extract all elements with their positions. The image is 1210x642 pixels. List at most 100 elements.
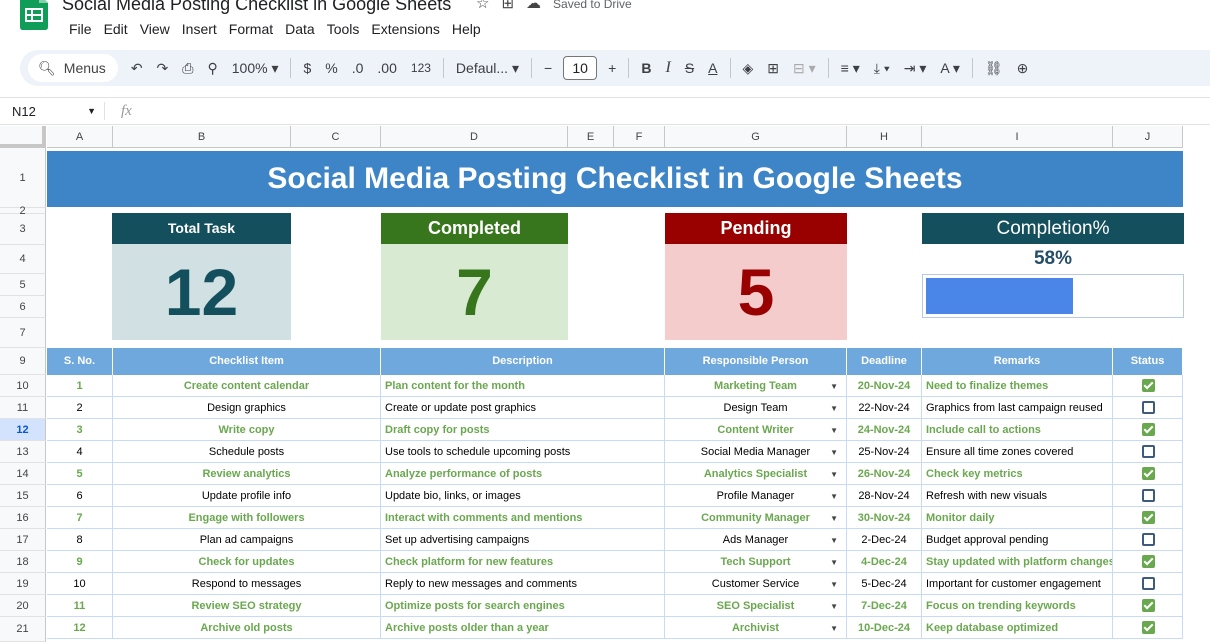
row-header-14[interactable]: 14 [0,463,46,485]
menu-tools[interactable]: Tools [321,20,366,38]
column-header-f[interactable]: F [614,126,665,148]
dropdown-arrow-icon[interactable]: ▼ [830,485,838,506]
responsible-person-cell[interactable]: Profile Manager ▼ [665,485,847,507]
menu-help[interactable]: Help [446,20,487,38]
responsible-person-cell[interactable]: Social Media Manager ▼ [665,441,847,463]
menus-search[interactable]: 🔍︎ Menus [28,54,118,82]
currency-format-button[interactable]: $ [296,50,318,86]
text-wrap-icon[interactable]: ⇥ ▾ [897,50,934,86]
checked-checkbox[interactable] [1142,621,1155,634]
print-icon[interactable]: ⎙ [175,50,200,86]
move-folder-icon[interactable]: ⊞ [501,0,514,12]
select-all-corner[interactable] [0,126,46,148]
horizontal-align-icon[interactable]: ≡ ▾ [834,50,867,86]
column-header-a[interactable]: A [47,126,113,148]
unchecked-checkbox[interactable] [1142,445,1155,458]
strikethrough-button[interactable]: S [678,50,701,86]
responsible-person-cell[interactable]: Content Writer ▼ [665,419,847,441]
row-header-7[interactable]: 7 [0,318,46,348]
undo-icon[interactable]: ↶ [124,50,150,86]
row-header-15[interactable]: 15 [0,485,46,507]
responsible-person-cell[interactable]: Customer Service ▼ [665,573,847,595]
checked-checkbox[interactable] [1142,511,1155,524]
text-color-button[interactable]: A [701,50,724,86]
row-header-17[interactable]: 17 [0,529,46,551]
unchecked-checkbox[interactable] [1142,533,1155,546]
dropdown-arrow-icon[interactable]: ▼ [830,375,838,396]
paint-format-icon[interactable]: ⚲ [200,50,224,86]
responsible-person-cell[interactable]: Ads Manager ▼ [665,529,847,551]
responsible-person-cell[interactable]: Community Manager ▼ [665,507,847,529]
row-header-13[interactable]: 13 [0,441,46,463]
row-header-6[interactable]: 6 [0,296,46,318]
italic-button[interactable]: I [658,50,677,86]
vertical-align-icon[interactable]: ⤓ ▾ [867,50,897,86]
decrease-decimal-button[interactable]: .0 [345,50,371,86]
checked-checkbox[interactable] [1142,423,1155,436]
dropdown-arrow-icon[interactable]: ▼ [830,595,838,616]
spreadsheet-grid[interactable]: Social Media Posting Checklist in Google… [0,126,1210,642]
row-header-9[interactable]: 9 [0,348,46,375]
menu-file[interactable]: File [63,20,98,38]
font-size-decrease-icon[interactable]: − [537,50,559,86]
menu-insert[interactable]: Insert [176,20,223,38]
menu-data[interactable]: Data [279,20,321,38]
font-size-input[interactable]: 10 [563,56,598,80]
unchecked-checkbox[interactable] [1142,489,1155,502]
responsible-person-cell[interactable]: Analytics Specialist ▼ [665,463,847,485]
row-header-1[interactable]: 1 [0,148,46,208]
bold-button[interactable]: B [634,50,658,86]
insert-comment-icon[interactable]: ⊕ [1010,50,1036,86]
dropdown-arrow-icon[interactable]: ▼ [830,441,838,462]
row-header-21[interactable]: 21 [0,617,46,642]
number-format-button[interactable]: 123 [404,50,438,86]
dropdown-arrow-icon[interactable]: ▼ [830,529,838,550]
menu-edit[interactable]: Edit [98,20,134,38]
fill-color-icon[interactable]: ◈ [736,50,761,86]
redo-icon[interactable]: ↷ [150,50,176,86]
font-select[interactable]: Defaul... ▾ [449,50,526,86]
column-header-b[interactable]: B [113,126,291,148]
dropdown-arrow-icon[interactable]: ▼ [830,551,838,572]
star-icon[interactable]: ☆ [476,0,489,12]
row-header-11[interactable]: 11 [0,397,46,419]
column-header-d[interactable]: D [381,126,568,148]
column-header-c[interactable]: C [291,126,381,148]
unchecked-checkbox[interactable] [1142,401,1155,414]
row-header-4[interactable]: 4 [0,245,46,274]
row-header-20[interactable]: 20 [0,595,46,617]
column-header-i[interactable]: I [922,126,1113,148]
menu-format[interactable]: Format [223,20,279,38]
borders-icon[interactable]: ⊞ [760,50,786,86]
row-header-3[interactable]: 3 [0,214,46,245]
dropdown-arrow-icon[interactable]: ▼ [830,617,838,638]
dropdown-arrow-icon[interactable]: ▼ [830,573,838,594]
responsible-person-cell[interactable]: Tech Support ▼ [665,551,847,573]
row-header-10[interactable]: 10 [0,375,46,397]
row-header-16[interactable]: 16 [0,507,46,529]
column-header-e[interactable]: E [568,126,614,148]
text-rotation-icon[interactable]: A ▾ [933,50,966,86]
name-box[interactable]: N12 ▼ [0,104,104,119]
zoom-select[interactable]: 100% ▾ [225,50,286,86]
document-title[interactable]: Social Media Posting Checklist in Google… [62,0,451,15]
dropdown-arrow-icon[interactable]: ▼ [830,507,838,528]
dropdown-arrow-icon[interactable]: ▼ [830,397,838,418]
unchecked-checkbox[interactable] [1142,577,1155,590]
row-header-18[interactable]: 18 [0,551,46,573]
font-size-increase-icon[interactable]: + [601,50,623,86]
dropdown-arrow-icon[interactable]: ▼ [830,419,838,440]
checked-checkbox[interactable] [1142,599,1155,612]
row-header-5[interactable]: 5 [0,274,46,296]
menu-view[interactable]: View [134,20,176,38]
responsible-person-cell[interactable]: Design Team ▼ [665,397,847,419]
menu-extensions[interactable]: Extensions [365,20,445,38]
checked-checkbox[interactable] [1142,555,1155,568]
row-header-19[interactable]: 19 [0,573,46,595]
column-header-j[interactable]: J [1113,126,1183,148]
merge-cells-icon[interactable]: ⊟ ▾ [786,50,823,86]
row-header-12[interactable]: 12 [0,419,46,441]
column-header-g[interactable]: G [665,126,847,148]
column-header-h[interactable]: H [847,126,922,148]
checked-checkbox[interactable] [1142,379,1155,392]
